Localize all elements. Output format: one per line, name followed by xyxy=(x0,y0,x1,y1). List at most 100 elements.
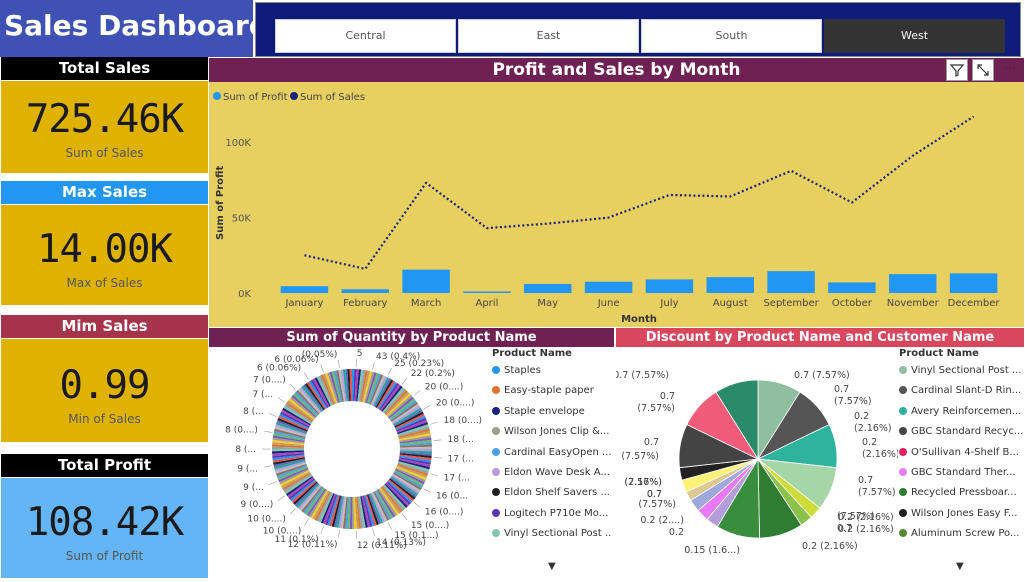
profit-bar[interactable] xyxy=(463,291,510,293)
more-options-icon[interactable]: ⋯ xyxy=(999,59,1021,81)
slicer-button-south[interactable]: South xyxy=(641,19,822,53)
y-axis-title: Sum of Profit xyxy=(215,166,226,240)
profit-bar[interactable] xyxy=(342,289,389,293)
legend-color-dot xyxy=(899,427,907,435)
slicer-button-west[interactable]: West xyxy=(824,19,1005,53)
qty-leader-line xyxy=(321,365,324,373)
qty-data-label: 20 (0....) xyxy=(436,398,475,408)
qty-legend-item[interactable]: Wilson Jones Clip &... xyxy=(492,422,612,442)
legend-color-dot xyxy=(492,448,500,456)
legend-label: Easy-staple paper xyxy=(504,385,594,396)
profit-bar[interactable] xyxy=(828,282,875,293)
qty-legend-item[interactable]: Vinyl Sectional Post ... xyxy=(492,524,612,544)
x-tick-label: September xyxy=(763,298,819,309)
disc-legend-item[interactable]: Avery Reinforcemen... xyxy=(899,402,1023,422)
disc-legend-item[interactable]: Aluminum Screw Po... xyxy=(899,524,1023,544)
disc-data-label: 0.2 xyxy=(862,437,877,448)
qty-legend-item[interactable]: Logitech P710e Mo... xyxy=(492,504,612,524)
disc-data-label: 0.7 (7.57%) xyxy=(794,370,850,381)
qty-legend-item[interactable]: Eldon Wave Desk A... xyxy=(492,463,612,483)
legend-color-dot xyxy=(899,488,907,496)
qty-donut-svg: 543 (0.4%)25 (0.23%)22 (0.2%)20 (0....)2… xyxy=(209,347,489,578)
qty-data-label: 25 (0.23%) xyxy=(394,359,444,369)
qty-leader-line xyxy=(338,530,339,538)
profit-bar[interactable] xyxy=(585,282,632,293)
total-profit-card: 108.42K Sum of Profit xyxy=(1,478,208,578)
qty-leader-line xyxy=(373,528,375,536)
legend-label: Logitech P710e Mo... xyxy=(504,508,608,519)
legend-label: Vinyl Sectional Post ... xyxy=(911,365,1022,376)
disc-legend-scroll-down-icon[interactable]: ▼ xyxy=(956,561,964,572)
qty-legend-item[interactable]: Eldon Shelf Savers ... xyxy=(492,483,612,503)
legend-color-dot xyxy=(899,366,907,374)
legend-color-dot xyxy=(492,509,500,517)
qty-legend-item[interactable]: Staples xyxy=(492,361,612,381)
x-tick-label: June xyxy=(597,298,620,309)
max-sales-card: 14.00K Max of Sales xyxy=(1,205,208,305)
disc-data-label: 0.7 xyxy=(660,391,675,402)
filter-icon[interactable] xyxy=(946,59,968,81)
profit-sales-chart: Sum of Profit Sum of Sales Sum of Profit… xyxy=(209,82,1024,327)
disc-data-label: 0.7 xyxy=(858,475,873,486)
slicer-button-central[interactable]: Central xyxy=(275,19,456,53)
total-sales-caption: Sum of Sales xyxy=(1,146,208,160)
min-sales-value: 0.99 xyxy=(1,363,208,408)
disc-data-label: (7.57%) xyxy=(858,487,896,498)
qty-data-label: 10 (0....) xyxy=(247,515,286,525)
qty-data-label: 20 (0....) xyxy=(425,382,464,392)
disc-legend-item[interactable]: GBC Standard Recyc... xyxy=(899,422,1023,442)
x-tick-label: April xyxy=(475,298,498,309)
disc-legend-item[interactable]: O'Sullivan 4-Shelf B... xyxy=(899,443,1023,463)
qty-data-label: 8 (0....) xyxy=(225,426,258,436)
min-sales-card: 0.99 Min of Sales xyxy=(1,339,208,442)
slicer-button-east[interactable]: East xyxy=(458,19,639,53)
qty-data-label: 7 (... xyxy=(252,390,273,400)
qty-legend-item[interactable]: Easy-staple paper xyxy=(492,381,612,401)
legend-label: GBC Standard Ther... xyxy=(911,467,1016,478)
disc-legend: Product Name Vinyl Sectional Post ...Car… xyxy=(899,348,1023,545)
qty-data-label: 22 (0.2%) xyxy=(411,369,455,379)
x-axis-title: Month xyxy=(621,314,657,325)
qty-leader-line xyxy=(414,502,420,507)
legend-label: O'Sullivan 4-Shelf B... xyxy=(911,447,1019,458)
total-profit-caption: Sum of Profit xyxy=(1,549,208,563)
profit-bar[interactable] xyxy=(281,286,328,293)
total-sales-header: Total Sales xyxy=(1,57,208,80)
qty-leader-line xyxy=(264,431,272,433)
disc-data-label: 0.2 (2.16%) xyxy=(802,541,858,552)
legend-color-dot xyxy=(899,529,907,537)
qty-legend-scroll-down-icon[interactable]: ▼ xyxy=(548,561,556,572)
profit-bar[interactable] xyxy=(889,274,936,293)
qty-data-label: 16 (0... xyxy=(436,492,468,502)
profit-bar[interactable] xyxy=(524,284,571,293)
profit-bar[interactable] xyxy=(707,277,754,293)
profit-bar[interactable] xyxy=(767,271,814,293)
disc-legend-item[interactable]: Wilson Jones Easy F... xyxy=(899,504,1023,524)
qty-data-label: 17 (... xyxy=(444,474,470,484)
disc-data-label: 0.7 xyxy=(837,523,852,534)
legend-profit-label: Sum of Profit xyxy=(223,92,288,103)
disc-legend-item[interactable]: GBC Standard Ther... xyxy=(899,463,1023,483)
qty-leader-line xyxy=(388,368,392,375)
qty-data-label: 9 (... xyxy=(243,483,264,493)
legend-label: Wilson Jones Clip &... xyxy=(504,426,609,437)
disc-data-label: 0.2 xyxy=(854,411,869,422)
legend-sales-dot xyxy=(290,92,298,100)
x-tick-label: July xyxy=(659,298,678,309)
disc-legend-item[interactable]: Recycled Pressboar... xyxy=(899,483,1023,503)
disc-legend-item[interactable]: Vinyl Sectional Post ... xyxy=(899,361,1023,381)
qty-legend-item[interactable]: Staple envelope xyxy=(492,402,612,422)
profit-bar[interactable] xyxy=(950,273,997,293)
qty-leader-line xyxy=(269,414,276,417)
disc-legend-item[interactable]: Cardinal Slant-D Rin... xyxy=(899,381,1023,401)
qty-data-label: 9 (0....) xyxy=(240,500,273,510)
profit-bar[interactable] xyxy=(646,279,693,293)
y-tick-label: 0K xyxy=(238,289,251,300)
qty-leader-line xyxy=(434,440,442,441)
focus-mode-icon[interactable] xyxy=(972,59,994,81)
legend-profit-dot xyxy=(213,92,221,100)
profit-bar[interactable] xyxy=(402,270,449,293)
disc-chart-panel: 0.7 (7.57%)0.7 (7.57%)0.7(7.57%)0.7(7.57… xyxy=(616,347,1024,578)
qty-legend-item[interactable]: Cardinal EasyOpen ... xyxy=(492,443,612,463)
legend-color-dot xyxy=(899,407,907,415)
